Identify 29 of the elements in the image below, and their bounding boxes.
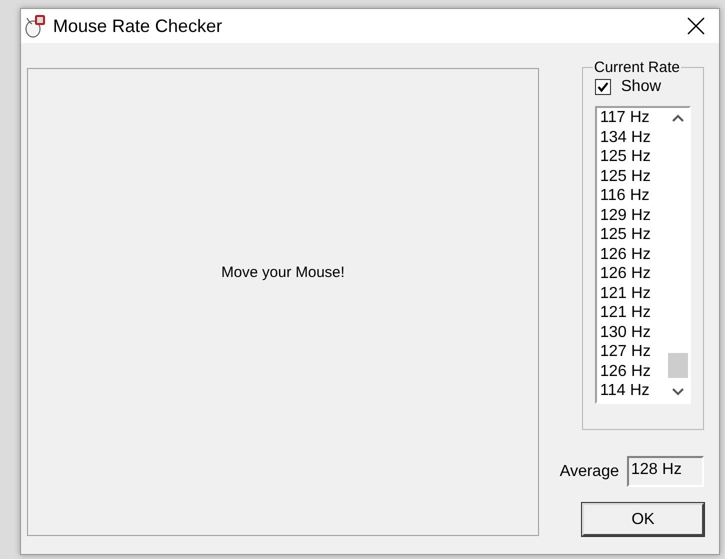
- mouse-area[interactable]: Move your Mouse!: [27, 68, 539, 536]
- rate-item: 125 Hz: [600, 147, 652, 166]
- scroll-thumb[interactable]: [668, 353, 688, 378]
- show-checkbox[interactable]: [595, 79, 611, 95]
- rate-item: 116 Hz: [600, 186, 651, 206]
- rate-item: 126 Hz: [600, 362, 652, 381]
- average-label: Average: [560, 462, 619, 480]
- rate-item: 129 Hz: [600, 206, 652, 225]
- rate-item: 125 Hz: [600, 225, 652, 244]
- rate-item: 121 Hz: [600, 303, 652, 322]
- rate-item: 126 Hz: [600, 244, 652, 264]
- rate-list[interactable]: 117 Hz 134 Hz 125 Hz 125 Hz 116 Hz 129 Hz 125 Hz 126 Hz 126 Hz 121 Hz 121 Hz 130 Hz 127 Hz 126 Hz 114 Hz: [595, 106, 691, 404]
- rate-item: 125 Hz: [600, 166, 652, 186]
- instruction-text: Move your Mouse!: [221, 264, 345, 280]
- window-title: Mouse Rate Checker: [53, 16, 224, 36]
- scroll-up-icon[interactable]: [672, 114, 684, 122]
- scroll-down-icon[interactable]: [672, 388, 684, 396]
- rate-item: 130 Hz: [600, 322, 652, 342]
- rate-item: 117 Hz: [600, 108, 651, 128]
- average-field: 128 Hz: [627, 456, 704, 487]
- group-title: Current Rate: [593, 59, 681, 76]
- ok-button[interactable]: OK: [582, 503, 704, 536]
- close-icon[interactable]: [687, 17, 705, 35]
- rate-item: 134 Hz: [600, 128, 652, 147]
- rate-item: 114 Hz: [600, 381, 651, 400]
- rate-item: 126 Hz: [600, 264, 652, 284]
- show-label: Show: [621, 78, 662, 96]
- rate-item: 121 Hz: [600, 284, 652, 303]
- rate-item: 127 Hz: [600, 342, 652, 362]
